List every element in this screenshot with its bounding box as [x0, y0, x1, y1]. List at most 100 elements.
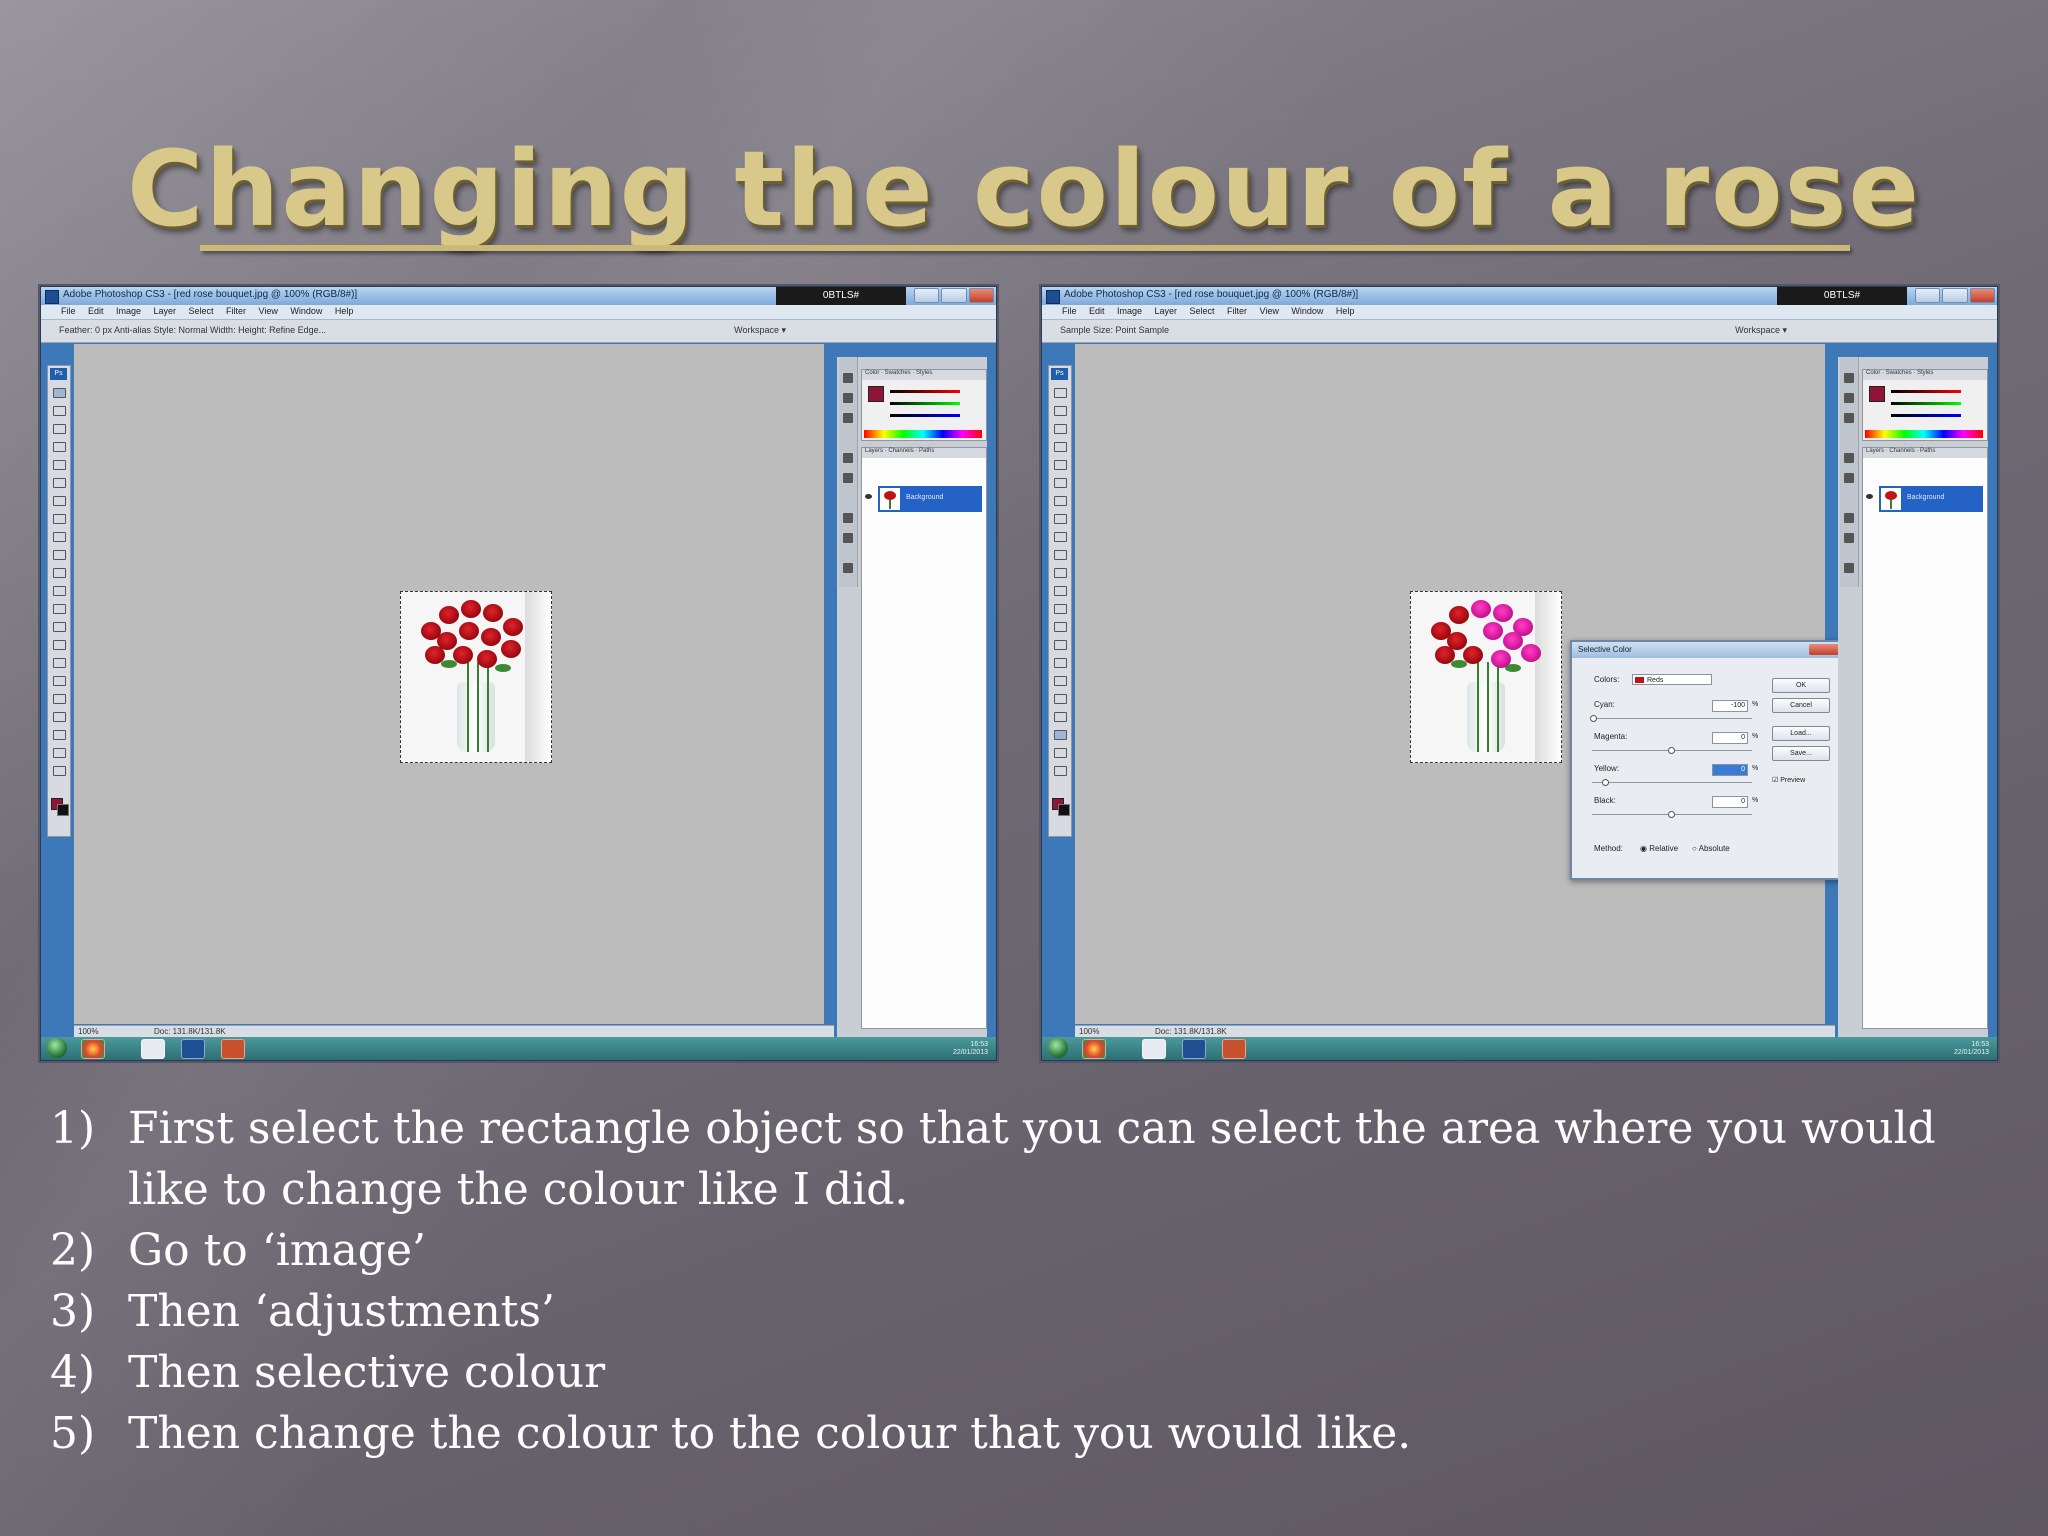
paragraph-icon[interactable]: [843, 533, 853, 543]
red-slider[interactable]: [1891, 390, 1961, 393]
color-panel-tabs[interactable]: Color · Swatches · Styles: [1863, 370, 1987, 380]
dialog-close-button[interactable]: [1809, 644, 1839, 655]
rose-image-document[interactable]: [400, 591, 552, 763]
photoshop-taskbar-icon[interactable]: [181, 1039, 205, 1059]
stamp-tool-icon[interactable]: [1054, 532, 1067, 542]
cyan-slider-knob[interactable]: [1590, 715, 1597, 722]
lasso-tool-icon[interactable]: [53, 424, 66, 434]
powerpoint-icon[interactable]: [221, 1039, 245, 1059]
save-button[interactable]: Save...: [1772, 746, 1830, 761]
history-icon[interactable]: [1844, 393, 1854, 403]
history-icon[interactable]: [843, 393, 853, 403]
load-button[interactable]: Load...: [1772, 726, 1830, 741]
actions-icon[interactable]: [1844, 413, 1854, 423]
zoom-level[interactable]: 100%: [1079, 1027, 1099, 1036]
gradient-tool-icon[interactable]: [53, 586, 66, 596]
cyan-slider-track[interactable]: [1592, 718, 1752, 719]
hand-tool-icon[interactable]: [53, 748, 66, 758]
stamp-tool-icon[interactable]: [53, 532, 66, 542]
path-select-icon[interactable]: [1054, 676, 1067, 686]
photoshop-taskbar-icon[interactable]: [1182, 1039, 1206, 1059]
close-button[interactable]: [968, 288, 994, 303]
layer-row[interactable]: Background: [878, 486, 982, 512]
magic-wand-icon[interactable]: [53, 442, 66, 452]
history-brush-icon[interactable]: [53, 550, 66, 560]
tool-presets-icon[interactable]: [843, 453, 853, 463]
layer-row[interactable]: Background: [1879, 486, 1983, 512]
rectangle-marquee-icon[interactable]: [1054, 388, 1067, 398]
maximize-button[interactable]: [1942, 288, 1968, 303]
brush-tool-icon[interactable]: [53, 514, 66, 524]
green-slider[interactable]: [1891, 402, 1961, 405]
magic-wand-icon[interactable]: [1054, 442, 1067, 452]
type-tool-icon[interactable]: [53, 658, 66, 668]
yellow-slider-track[interactable]: [1592, 782, 1752, 783]
healing-brush-icon[interactable]: [1054, 496, 1067, 506]
move-tool-icon[interactable]: [53, 406, 66, 416]
hand-tool-icon[interactable]: [1054, 748, 1067, 758]
healing-brush-icon[interactable]: [53, 496, 66, 506]
zoom-tool-icon[interactable]: [53, 766, 66, 776]
path-select-icon[interactable]: [53, 676, 66, 686]
actions-icon[interactable]: [843, 413, 853, 423]
blur-tool-icon[interactable]: [53, 604, 66, 614]
chrome-icon[interactable]: [81, 1039, 105, 1059]
start-button-icon[interactable]: [1048, 1038, 1068, 1058]
notes-tool-icon[interactable]: [53, 712, 66, 722]
background-color-swatch[interactable]: [57, 804, 69, 816]
color-swatch[interactable]: [1869, 386, 1885, 402]
color-spectrum[interactable]: [1865, 430, 1983, 438]
eyedropper-options[interactable]: Sample Size: Point Sample: [1060, 325, 1169, 335]
character-icon[interactable]: [1844, 513, 1854, 523]
window-titlebar[interactable]: Adobe Photoshop CS3 - [red rose bouquet.…: [41, 287, 996, 305]
color-panel[interactable]: Color · Swatches · Styles: [1862, 369, 1988, 441]
minimize-button[interactable]: [1915, 288, 1941, 303]
brushes-icon[interactable]: [843, 473, 853, 483]
eraser-tool-icon[interactable]: [53, 568, 66, 578]
eyedropper-icon[interactable]: [1054, 730, 1067, 740]
app-icon[interactable]: [141, 1039, 165, 1059]
crop-tool-icon[interactable]: [53, 460, 66, 470]
move-tool-icon[interactable]: [1054, 406, 1067, 416]
character-icon[interactable]: [843, 513, 853, 523]
slice-tool-icon[interactable]: [53, 478, 66, 488]
notes-tool-icon[interactable]: [1054, 712, 1067, 722]
powerpoint-icon[interactable]: [1222, 1039, 1246, 1059]
cancel-button[interactable]: Cancel: [1772, 698, 1830, 713]
history-brush-icon[interactable]: [1054, 550, 1067, 560]
shape-tool-icon[interactable]: [1054, 694, 1067, 704]
blur-tool-icon[interactable]: [1054, 604, 1067, 614]
colors-select[interactable]: Reds: [1632, 674, 1712, 685]
canvas-area[interactable]: [74, 344, 824, 1024]
color-panel[interactable]: Color · Swatches · Styles: [861, 369, 987, 441]
rose-image-document[interactable]: [1410, 591, 1562, 763]
tool-presets-icon[interactable]: [1844, 453, 1854, 463]
pen-tool-icon[interactable]: [1054, 640, 1067, 650]
marquee-options[interactable]: Feather: 0 px Anti-alias Style: Normal W…: [59, 325, 326, 335]
clone-source-icon[interactable]: [843, 563, 853, 573]
black-input[interactable]: 0: [1712, 796, 1748, 808]
color-spectrum[interactable]: [864, 430, 982, 438]
ok-button[interactable]: OK: [1772, 678, 1830, 693]
close-button[interactable]: [1969, 288, 1995, 303]
minimize-button[interactable]: [914, 288, 940, 303]
yellow-slider-knob[interactable]: [1602, 779, 1609, 786]
dialog-title[interactable]: Selective Color: [1572, 642, 1842, 658]
start-button-icon[interactable]: [47, 1038, 67, 1058]
eraser-tool-icon[interactable]: [1054, 568, 1067, 578]
dodge-tool-icon[interactable]: [1054, 622, 1067, 632]
canvas-area[interactable]: Selective Color Colors: Reds Cyan: -100 …: [1075, 344, 1844, 1024]
brush-tool-icon[interactable]: [1054, 514, 1067, 524]
preview-checkbox[interactable]: ☑ Preview: [1772, 776, 1805, 784]
color-swatch[interactable]: [868, 386, 884, 402]
layers-panel-tabs[interactable]: Layers · Channels · Paths: [1863, 448, 1987, 458]
pen-tool-icon[interactable]: [53, 640, 66, 650]
brushes-icon[interactable]: [1844, 473, 1854, 483]
dodge-tool-icon[interactable]: [53, 622, 66, 632]
eye-icon[interactable]: [865, 494, 872, 499]
system-tray-clock[interactable]: 16:53 22/01/2013: [1954, 1041, 1989, 1057]
rectangle-marquee-icon[interactable]: [53, 388, 66, 398]
absolute-radio[interactable]: ○ Absolute: [1692, 844, 1730, 853]
app-icon[interactable]: [1142, 1039, 1166, 1059]
paragraph-icon[interactable]: [1844, 533, 1854, 543]
